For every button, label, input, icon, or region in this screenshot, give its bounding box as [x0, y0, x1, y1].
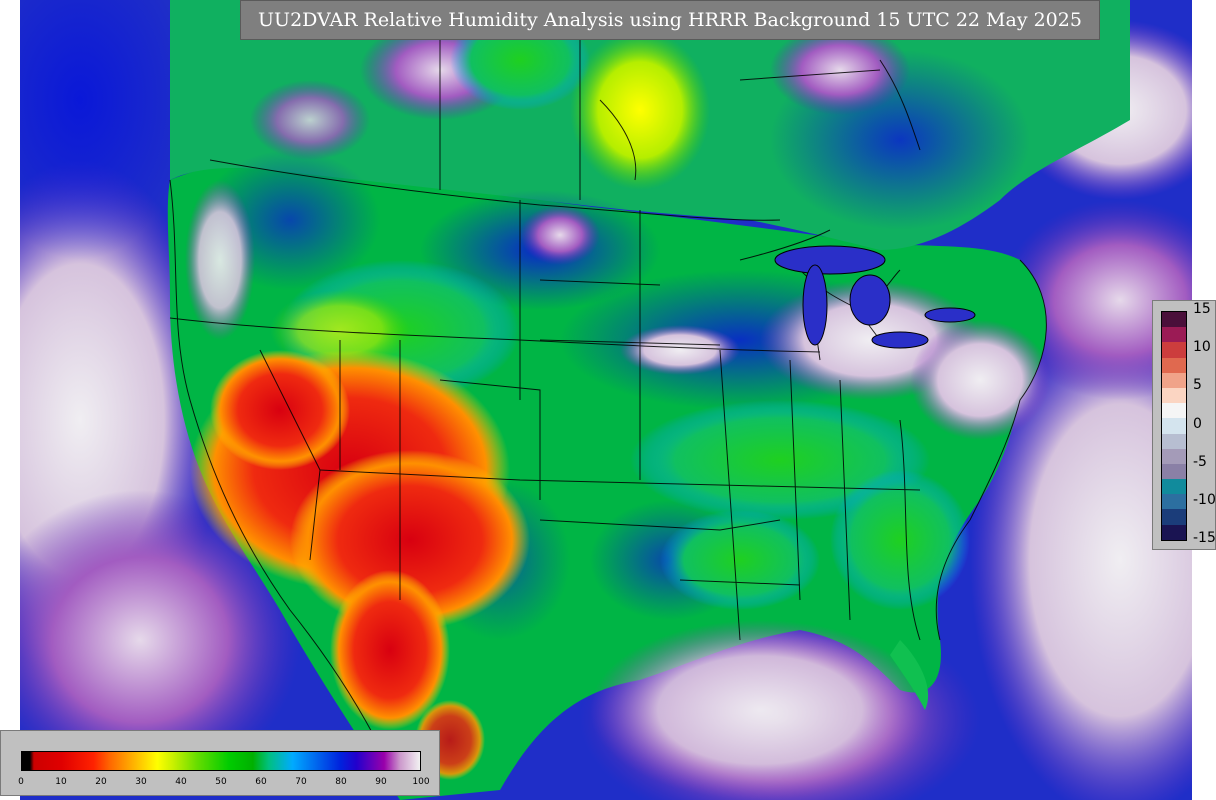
diff-colorbar-segment — [1162, 387, 1186, 404]
diff-label-5: 5 — [1193, 377, 1202, 393]
rh-tick-80: 80 — [335, 777, 347, 787]
diff-colorbar-segment — [1162, 403, 1186, 419]
diff-label-15: 15 — [1193, 301, 1211, 317]
rh-tick-60: 60 — [255, 777, 267, 787]
diff-colorbar-segment — [1162, 479, 1186, 495]
difference-colorbar: 15 10 5 0 -5 -10 -15 — [1152, 300, 1216, 550]
difference-colorbar-gradient — [1161, 311, 1187, 541]
diff-colorbar-segment — [1162, 463, 1186, 480]
diff-label-minus10: -10 — [1193, 492, 1216, 508]
diff-colorbar-segment — [1162, 509, 1186, 525]
rh-tick-50: 50 — [215, 777, 227, 787]
rh-tick-100: 100 — [412, 777, 430, 787]
rh-tick-90: 90 — [375, 777, 387, 787]
rh-tick-40: 40 — [175, 777, 187, 787]
diff-colorbar-segment — [1162, 357, 1186, 373]
rh-tick-0: 0 — [18, 777, 24, 787]
rh-colorbar-gradient — [21, 751, 421, 771]
diff-label-minus5: -5 — [1193, 454, 1207, 470]
diff-label-minus15: -15 — [1193, 530, 1216, 546]
diff-colorbar-segment — [1162, 312, 1186, 328]
diff-colorbar-segment — [1162, 342, 1186, 358]
map-title: UU2DVAR Relative Humidity Analysis using… — [240, 0, 1100, 40]
rh-tick-30: 30 — [135, 777, 147, 787]
diff-colorbar-segment — [1162, 372, 1186, 388]
humidity-map — [20, 0, 1192, 800]
diff-colorbar-segment — [1162, 433, 1186, 449]
diff-colorbar-segment — [1162, 494, 1186, 510]
rh-tick-20: 20 — [95, 777, 107, 787]
rh-colorbar: 0 10 20 30 40 50 60 70 80 90 100 — [0, 730, 440, 796]
rh-tick-70: 70 — [295, 777, 307, 787]
diff-colorbar-segment — [1162, 418, 1186, 434]
diff-colorbar-segment — [1162, 327, 1186, 343]
diff-colorbar-segment — [1162, 448, 1186, 464]
diff-label-0: 0 — [1193, 416, 1202, 432]
rh-tick-10: 10 — [55, 777, 67, 787]
diff-label-10: 10 — [1193, 339, 1211, 355]
diff-colorbar-segment — [1162, 524, 1186, 540]
